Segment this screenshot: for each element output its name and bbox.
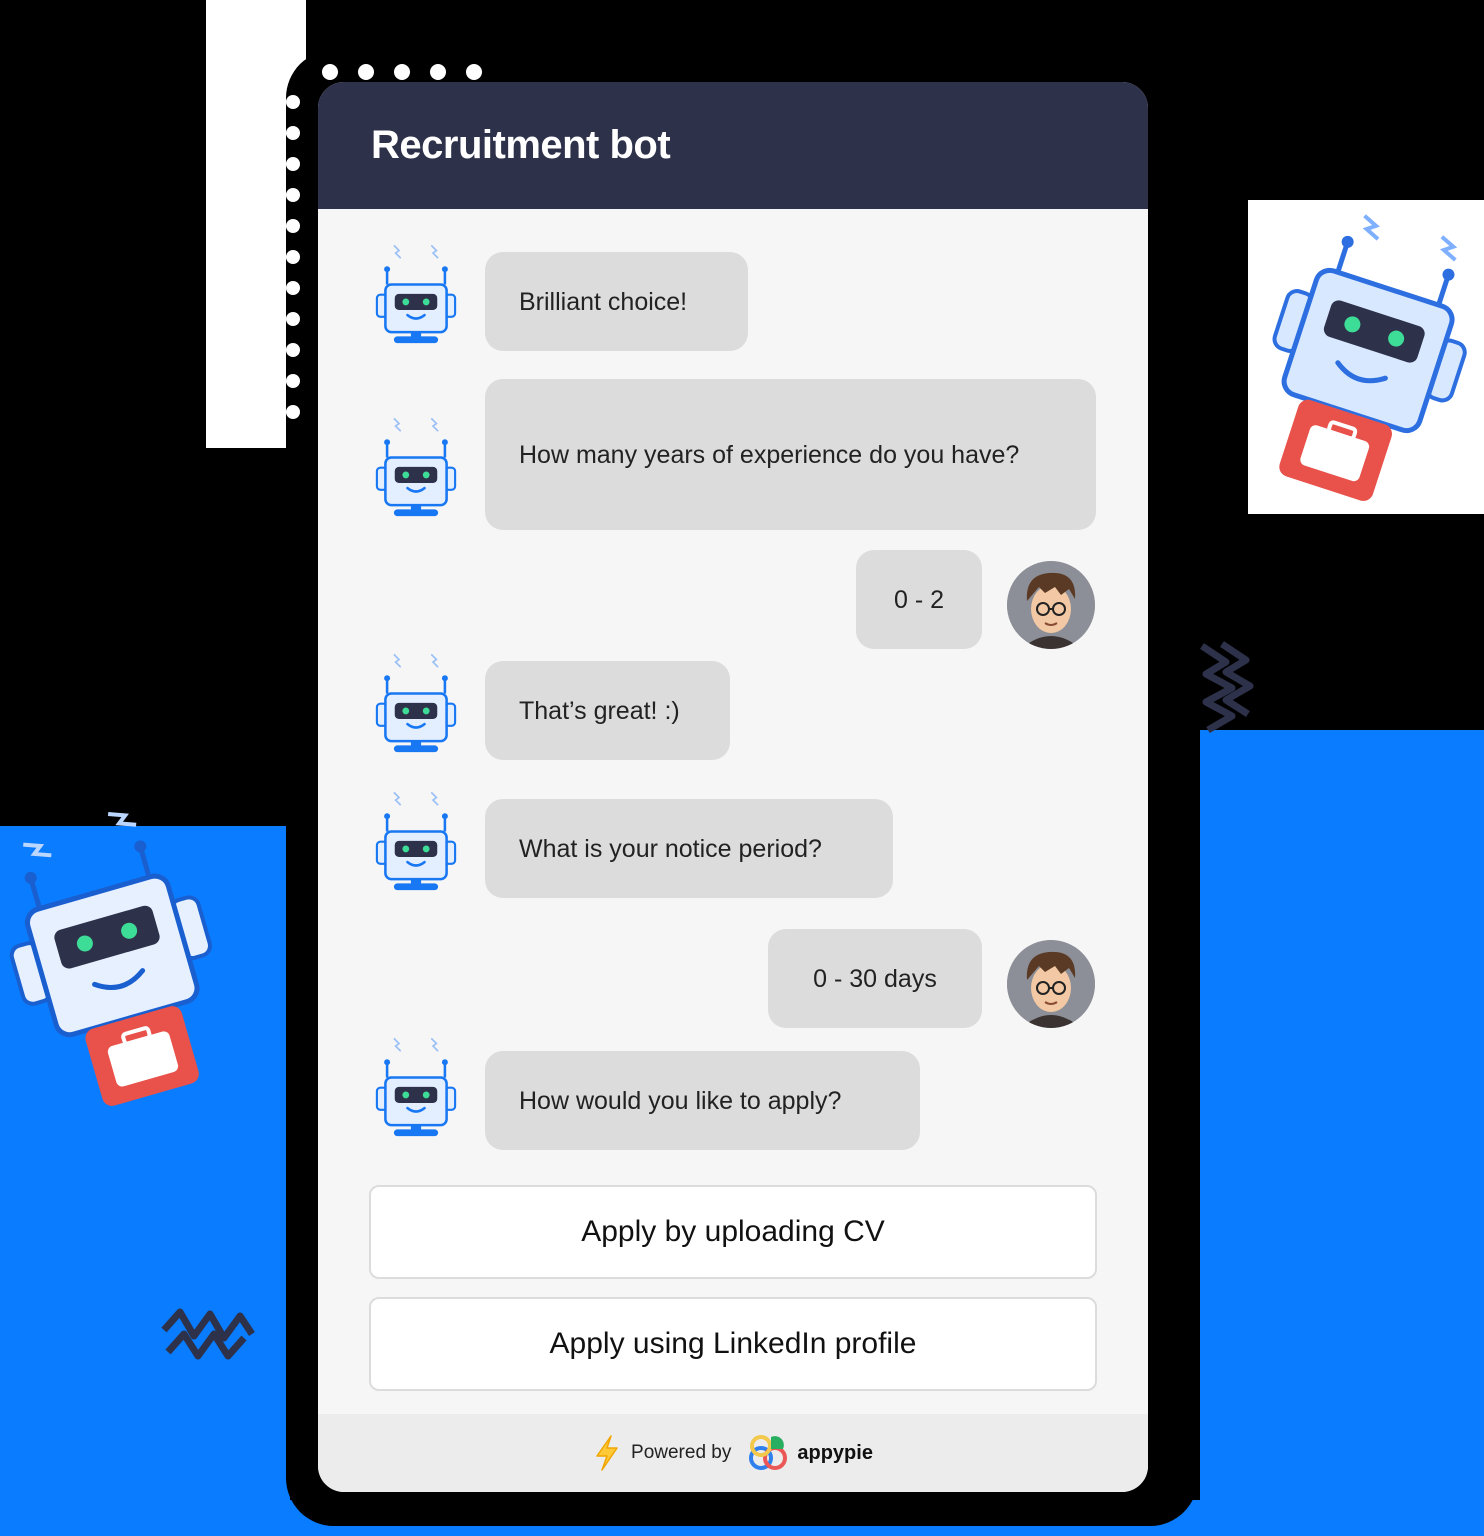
bot-bubble: How many years of experience do you have… <box>485 379 1096 530</box>
apply-cv-button[interactable]: Apply by uploading CV <box>369 1185 1097 1279</box>
floating-robot-icon-left <box>9 812 213 1106</box>
message-text: What is your notice period? <box>519 834 822 863</box>
user-avatar <box>1007 940 1095 1028</box>
robot-icon <box>375 791 457 891</box>
bot-bubble: What is your notice period? <box>485 799 893 898</box>
appypie-logo-icon <box>749 1435 788 1470</box>
apply-linkedin-button[interactable]: Apply using LinkedIn profile <box>369 1297 1097 1391</box>
decor-blue-panel-right <box>1200 730 1484 1536</box>
decor-dots-row <box>322 64 482 80</box>
decor-dots-column <box>286 95 300 419</box>
message-text: 0 - 2 <box>893 585 945 614</box>
message-text: How would you like to apply? <box>519 1086 842 1115</box>
user-avatar <box>1007 561 1095 649</box>
chat-window: Recruitment bot Brilliant choice! How ma… <box>318 82 1148 1492</box>
robot-icon <box>375 417 457 517</box>
bot-bubble: How would you like to apply? <box>485 1051 920 1150</box>
bot-bubble: Brilliant choice! <box>485 252 748 351</box>
bot-bubble: That’s great! :) <box>485 661 730 760</box>
message-text: How many years of experience do you have… <box>519 440 1020 469</box>
user-bubble: 0 - 30 days <box>768 929 982 1028</box>
powered-by-footer: Powered by appypie <box>318 1414 1148 1492</box>
zigzag-decoration-left <box>161 1308 255 1360</box>
message-text: That’s great! :) <box>519 696 680 725</box>
powered-by-text: Powered by <box>631 1442 732 1463</box>
lightning-icon <box>596 1435 618 1471</box>
message-text: 0 - 30 days <box>813 964 937 993</box>
appypie-brand-text: appypie <box>797 1441 873 1464</box>
robot-icon <box>375 653 457 753</box>
zigzag-decoration-right <box>1200 641 1254 734</box>
robot-icon <box>375 244 457 344</box>
chat-title: Recruitment bot <box>371 123 671 167</box>
message-text: Brilliant choice! <box>519 287 688 316</box>
robot-icon <box>375 1037 457 1137</box>
message-list: Brilliant choice! How many years of expe… <box>318 209 1148 1414</box>
floating-robot-icon-right <box>1272 214 1467 501</box>
chat-header: Recruitment bot <box>318 82 1148 209</box>
user-bubble: 0 - 2 <box>856 550 982 649</box>
